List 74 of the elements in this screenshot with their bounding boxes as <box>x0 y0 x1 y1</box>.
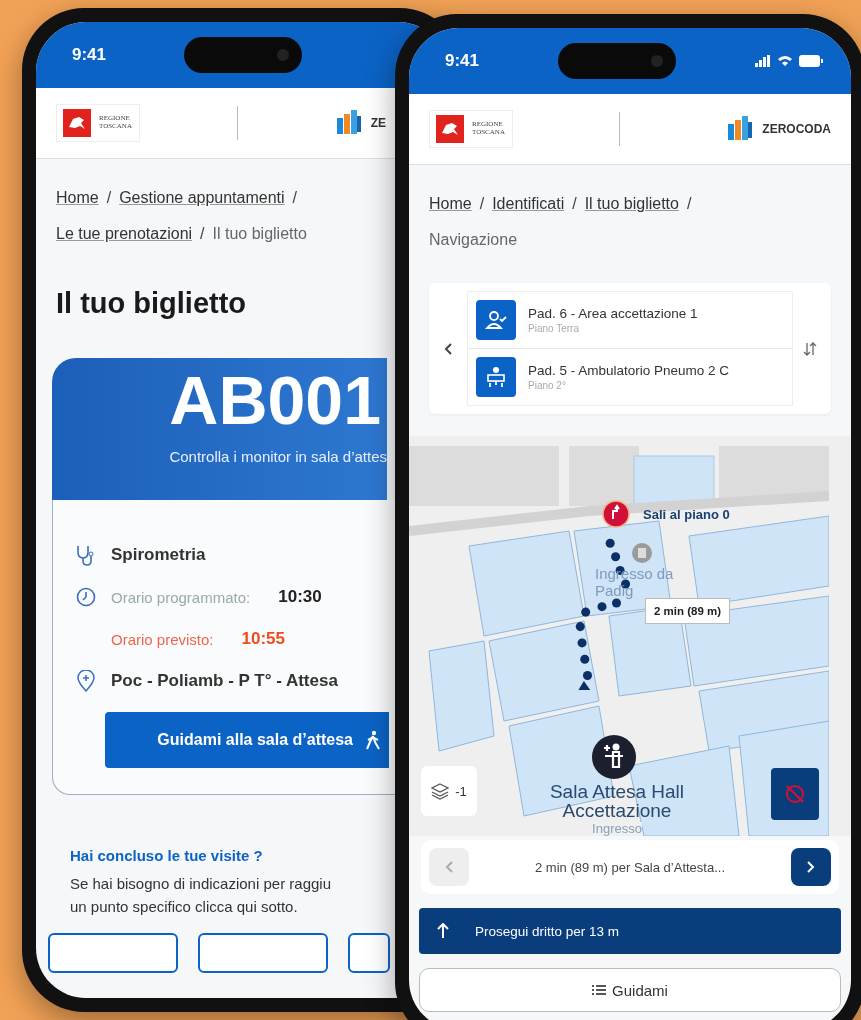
breadcrumb-link[interactable]: Home <box>429 195 472 213</box>
location-off-icon <box>784 783 806 805</box>
battery-icon <box>799 55 823 67</box>
page-title: Il tuo biglietto <box>56 287 248 320</box>
destination-label: Accettazione <box>562 801 672 820</box>
map-place-label: Ingresso da <box>595 566 674 581</box>
guide-button[interactable]: Guidami <box>419 968 841 1012</box>
map-place-label: Ingresso <box>592 822 642 835</box>
route-summary: 2 min (89 m) per Sala d’Attesta... <box>535 859 725 875</box>
detail-label: Poc - Poliamb - P T° - Attesa <box>111 671 338 691</box>
breadcrumb-link[interactable]: Il tuo biglietto <box>212 225 307 243</box>
reception-pin-icon <box>591 734 637 780</box>
breadcrumb-separator: / <box>479 195 485 213</box>
instruction-text: Prosegui dritto per 13 m <box>475 923 620 939</box>
breadcrumb-link[interactable]: Identificati <box>492 195 565 213</box>
signal-icon <box>755 55 771 67</box>
walking-person-icon <box>365 730 381 750</box>
detail-label: Orario programmato: <box>111 588 251 606</box>
ticket-code: AB001 <box>169 366 382 434</box>
section-question: Hai concluso le tue visite ? <box>70 847 264 864</box>
region-emblem-icon <box>436 115 464 143</box>
help-text: un punto specifico clicca qui sotto. <box>70 897 299 918</box>
detail-value: 10:30 <box>278 587 322 607</box>
chevron-left-icon <box>443 341 453 356</box>
brand-logo-text: ZEROCODA <box>762 122 831 136</box>
help-text: Se hai bisogno di indicazioni per raggiu <box>70 874 332 894</box>
stop-name: Pad. 6 - Area accettazione 1 <box>528 306 698 321</box>
stop-name: Pad. 5 - Ambulatorio Pneumo 2 C <box>528 363 730 378</box>
brand-logo-text: ZE <box>370 116 386 130</box>
stop-floor: Piano 2° <box>528 380 567 391</box>
stairs-pin-icon <box>602 500 630 528</box>
breadcrumb-separator: / <box>200 225 205 243</box>
destination-label: Sala Attesa Hall <box>549 782 685 801</box>
clock-icon <box>76 587 96 607</box>
swap-icon <box>803 341 817 356</box>
chevron-left-icon <box>444 860 454 874</box>
option-button[interactable] <box>198 932 328 973</box>
wifi-icon <box>777 55 793 67</box>
stethoscope-icon <box>76 544 96 566</box>
detail-label: Spirometria <box>111 545 206 565</box>
breadcrumb-link[interactable]: Home <box>56 189 99 207</box>
breadcrumb-link[interactable]: Gestione appuntamenti <box>119 189 285 207</box>
floor-button[interactable]: -1 <box>421 766 477 816</box>
camera-icon <box>276 48 290 62</box>
clinic-icon <box>476 357 516 397</box>
elevator-icon <box>631 542 653 564</box>
breadcrumb-separator: / <box>292 189 298 207</box>
detail-label: Orario previsto: <box>111 630 214 648</box>
guide-button[interactable]: Guidami alla sala d’attesa <box>105 712 389 768</box>
chevron-right-icon <box>806 860 816 874</box>
stop-floor: Piano Terra <box>528 323 580 334</box>
map-step-label: Sali al piano 0 <box>643 508 730 521</box>
option-button[interactable] <box>348 932 390 973</box>
status-time: 9:41 <box>445 51 480 71</box>
breadcrumb-separator: / <box>572 195 577 213</box>
eta-tooltip: 2 min (89 m) <box>645 598 731 624</box>
person-check-icon <box>476 300 516 340</box>
camera-icon <box>650 54 664 68</box>
option-button[interactable] <box>48 932 178 973</box>
breadcrumb-separator: / <box>686 195 692 213</box>
detail-value: 10:55 <box>241 629 286 649</box>
region-emblem-icon <box>63 109 91 137</box>
breadcrumb-link[interactable]: Navigazione <box>429 231 518 249</box>
status-time: 9:41 <box>72 45 107 65</box>
list-icon <box>592 985 607 995</box>
breadcrumb-separator: / <box>106 189 112 207</box>
map-place-label: Padig <box>595 583 634 598</box>
arrow-up-icon <box>437 923 449 939</box>
ticket-note: Controlla i monitor in sala d’attes <box>169 448 387 465</box>
map-pin-icon <box>77 670 95 692</box>
breadcrumb-link[interactable]: Le tue prenotazioni <box>56 225 193 243</box>
layers-icon <box>431 782 450 800</box>
next-button[interactable] <box>791 848 831 886</box>
breadcrumb-link[interactable]: Il tuo biglietto <box>584 195 679 213</box>
